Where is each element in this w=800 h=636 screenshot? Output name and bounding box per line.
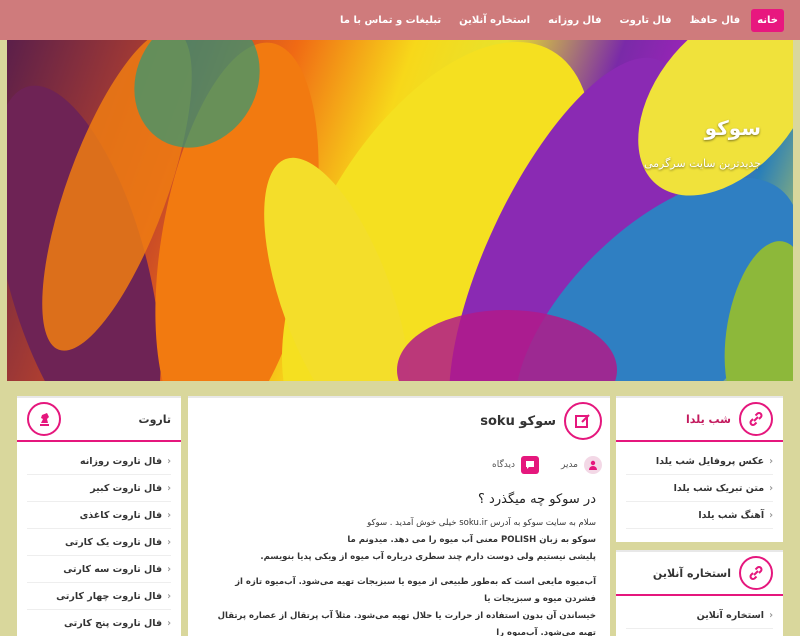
estekhare-widget-title: استخاره آنلاین (652, 566, 731, 580)
tarot-widget-title: تاروت (138, 412, 171, 426)
tarot-widget: تاروت ‹ فال تاروت روزانه ‹ فال تاروت کبیر … (17, 396, 181, 636)
nav-item-estekhare[interactable]: استخاره آنلاین (452, 9, 537, 32)
nav-item-home[interactable]: خانه (751, 8, 784, 32)
list-item[interactable]: ‹ فال تاروت پنج کارتی (27, 610, 171, 636)
main-nav: خانه فال حافظ فال تاروت فال روزانه استخا… (0, 0, 800, 40)
estekhare-widget: استخاره آنلاین ‹ استخاره آنلاین (616, 550, 783, 636)
tarot-widget-header: تاروت (17, 398, 181, 442)
yalda-widget-title: شب یلدا (685, 412, 731, 426)
site-tagline: جدیدترین سایت سرگرمی (643, 157, 761, 170)
top-navbar: خانه فال حافظ فال تاروت فال روزانه استخا… (0, 0, 800, 40)
user-icon (584, 456, 602, 474)
nav-item-tarot[interactable]: فال تاروت (613, 9, 679, 32)
list-item[interactable]: ‹ فال تاروت کبیر (27, 475, 171, 502)
post-header: سوکو soku (188, 398, 610, 444)
nav-item-daily[interactable]: فال روزانه (541, 9, 608, 32)
list-item[interactable]: ‹ فال تاروت چهار کارتی (27, 583, 171, 610)
nav-item-hafez[interactable]: فال حافظ (683, 9, 748, 32)
comment-icon (520, 456, 539, 474)
post-meta: مدیر دیدگاه (188, 444, 610, 474)
nav-item-contact[interactable]: تبلیغات و تماس با ما (333, 9, 448, 32)
estekhare-widget-header: استخاره آنلاین (616, 552, 783, 596)
list-item[interactable]: ‹ عکس پروفایل شب یلدا (626, 448, 773, 475)
site-title[interactable]: سوکو (705, 116, 761, 140)
list-item[interactable]: ‹ متن تبریک شب یلدا (626, 475, 773, 502)
list-item[interactable]: ‹ فال تاروت روزانه (27, 448, 171, 475)
post-paragraph: سلام به سایت سوکو به آدرس soku.ir خیلی خ… (260, 518, 596, 562)
edit-icon (564, 402, 602, 440)
feathers-image (7, 40, 793, 381)
link-icon (739, 402, 773, 436)
list-item[interactable]: ‹ آهنگ شب یلدا (626, 502, 773, 529)
list-item[interactable]: ‹ فال تاروت سه کارتی (27, 556, 171, 583)
hero-banner: سوکو جدیدترین سایت سرگرمی (7, 40, 793, 381)
post-article: سوکو soku مدیر دیدگاه در سوکو چه میگذرد … (188, 396, 610, 636)
tarot-list: ‹ فال تاروت روزانه ‹ فال تاروت کبیر ‹ فال ت… (17, 442, 181, 636)
list-item[interactable]: ‹ فال تاروت یک کارتی (27, 529, 171, 556)
estekhare-list: ‹ استخاره آنلاین (616, 596, 783, 629)
yalda-widget-header: شب یلدا (616, 398, 783, 442)
chess-knight-icon (27, 402, 61, 436)
post-paragraph: آب‌میوه مایعی است که به‌طور طبیعی از میو… (217, 577, 596, 636)
link-icon (739, 556, 773, 590)
post-heading: در سوکو چه میگذرد ؟ (478, 492, 596, 507)
list-item[interactable]: ‹ استخاره آنلاین (626, 602, 773, 629)
yalda-list: ‹ عکس پروفایل شب یلدا ‹ متن تبریک شب یلدا … (616, 442, 783, 529)
post-comments[interactable]: دیدگاه (492, 460, 515, 470)
post-title[interactable]: سوکو soku (480, 414, 556, 429)
list-item[interactable]: ‹ فال تاروت کاغذی (27, 502, 171, 529)
yalda-widget: شب یلدا ‹ عکس پروفایل شب یلدا ‹ متن تبریک … (616, 396, 783, 542)
post-author[interactable]: مدیر (561, 460, 578, 470)
